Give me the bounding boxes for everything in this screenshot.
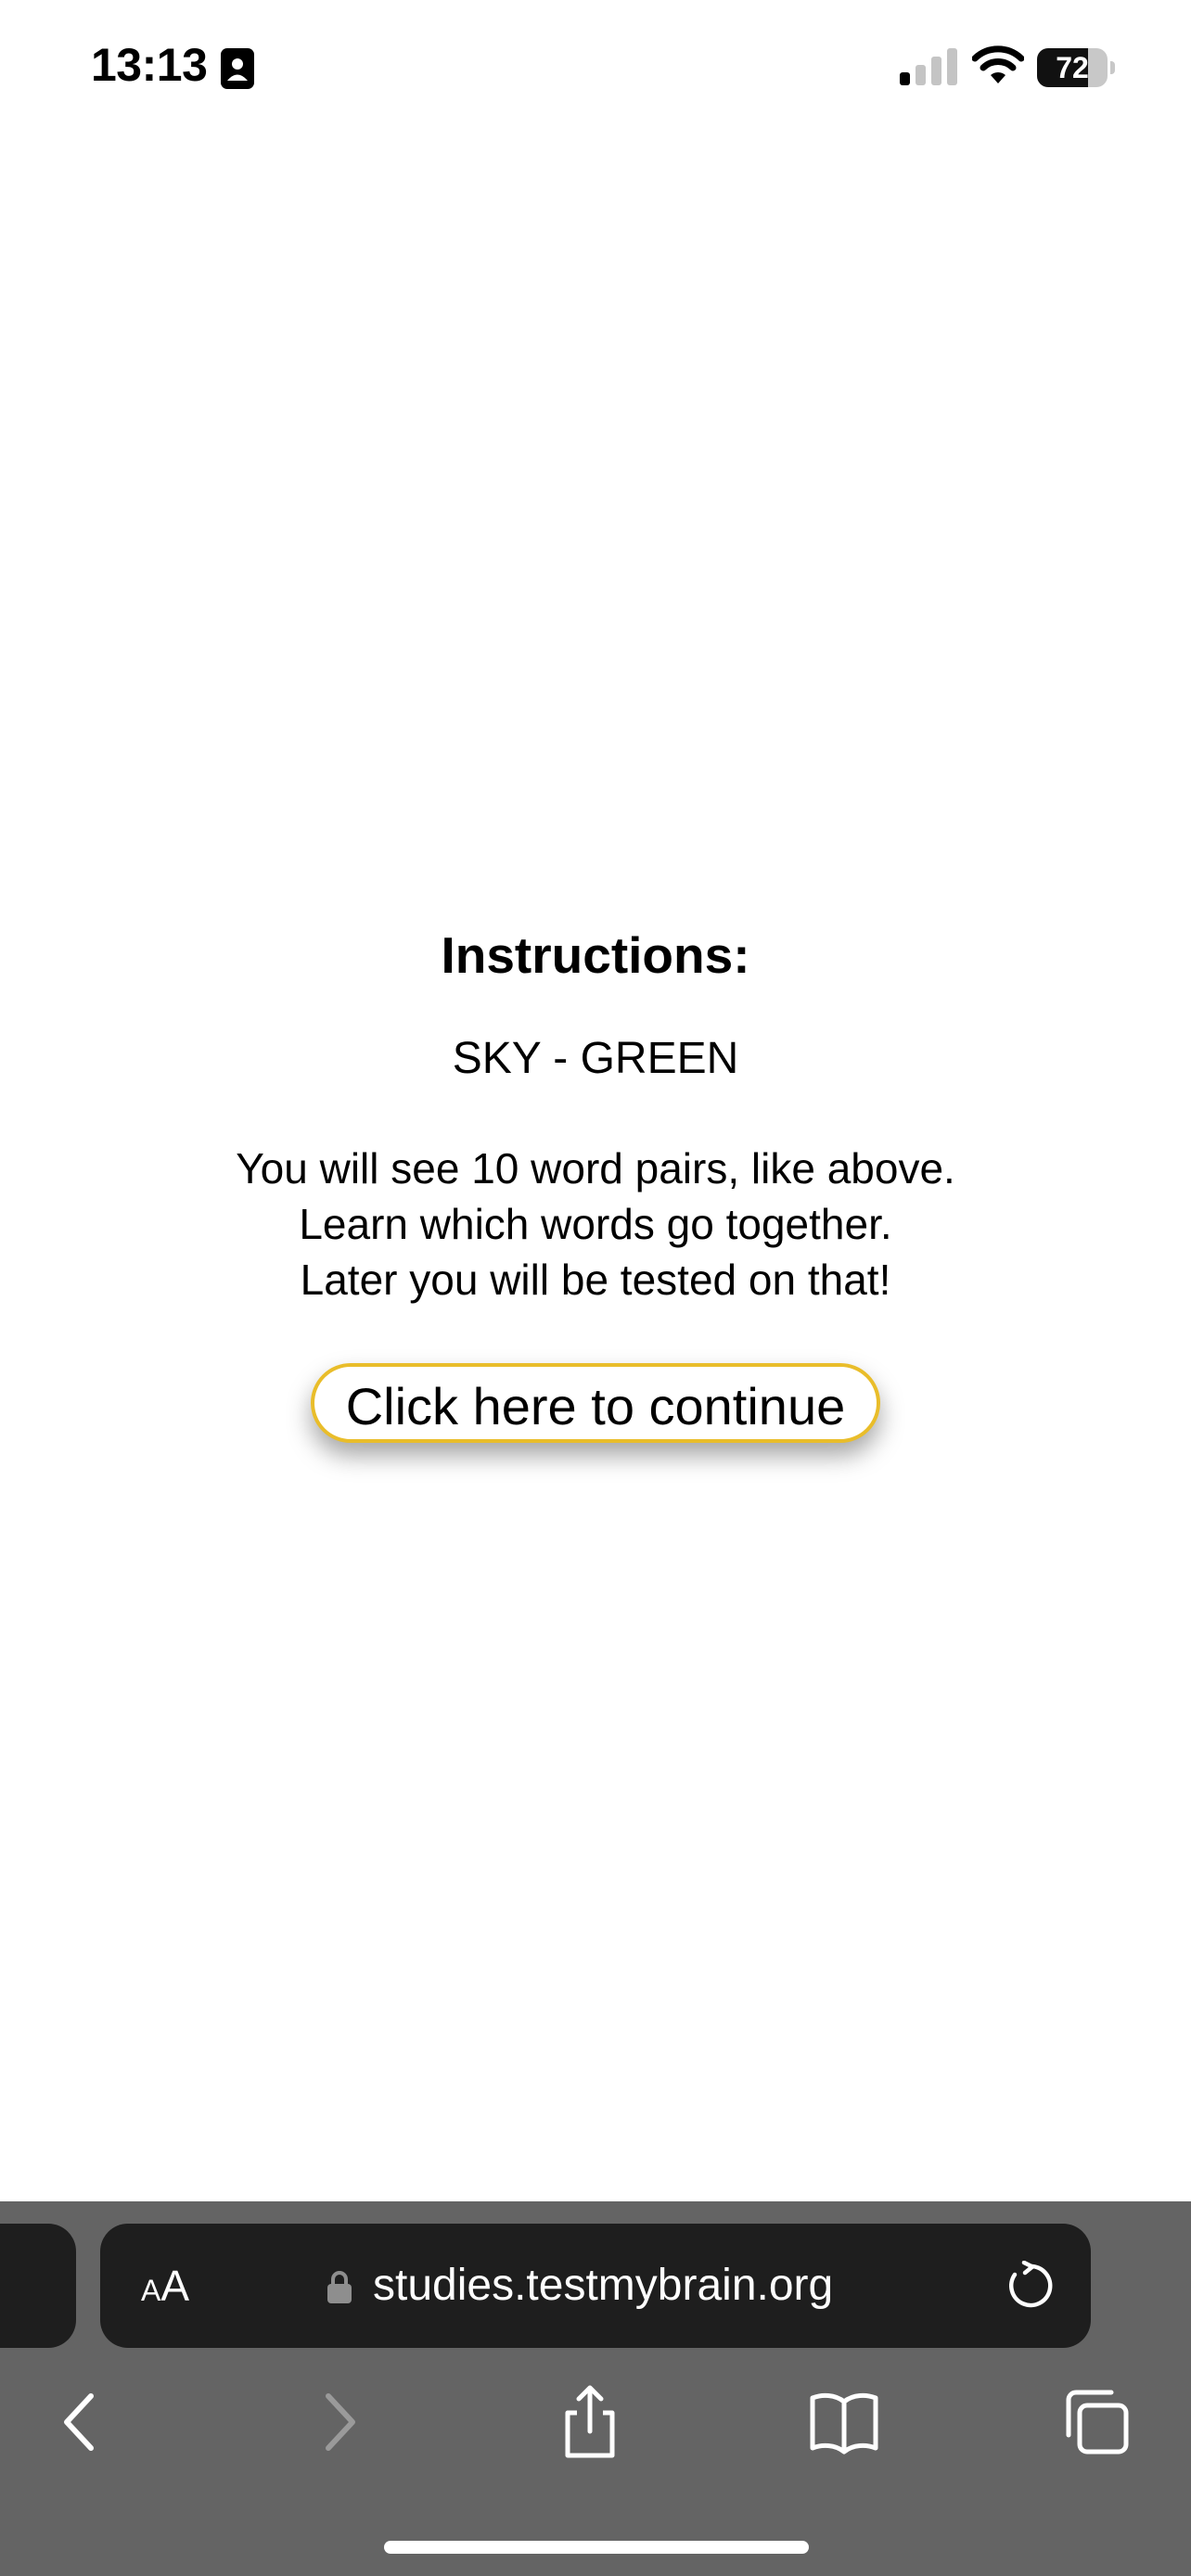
contact-card-icon xyxy=(221,48,254,89)
instructions-panel: Instructions: SKY - GREEN You will see 1… xyxy=(0,918,1191,1443)
battery-icon: 72 xyxy=(1037,48,1115,87)
back-icon[interactable] xyxy=(43,2385,117,2459)
home-indicator[interactable] xyxy=(384,2541,809,2554)
url-text[interactable]: studies.testmybrain.org xyxy=(373,2224,833,2348)
forward-icon[interactable] xyxy=(302,2385,377,2459)
cellular-signal-icon xyxy=(900,48,957,85)
previous-tab-peek[interactable] xyxy=(0,2224,76,2348)
instruction-line: You will see 10 word pairs, like above. xyxy=(236,1144,955,1192)
instruction-line: Learn which words go together. xyxy=(299,1200,892,1248)
text-size-button[interactable]: AA xyxy=(141,2224,189,2348)
status-bar: 13:13 72 xyxy=(0,0,1191,139)
tabs-icon[interactable] xyxy=(1059,2385,1133,2459)
example-word-pair: SKY - GREEN xyxy=(452,1034,739,1083)
address-bar[interactable]: AA studies.testmybrain.org xyxy=(100,2224,1091,2348)
instructions-body: You will see 10 word pairs, like above. … xyxy=(0,1141,1191,1307)
lock-icon xyxy=(327,2271,352,2303)
continue-button[interactable]: Click here to continue xyxy=(310,1363,881,1443)
bookmarks-icon[interactable] xyxy=(807,2385,881,2459)
instructions-heading: Instructions: xyxy=(441,926,750,984)
reload-icon[interactable] xyxy=(1005,2261,1056,2311)
battery-level: 72 xyxy=(1056,51,1089,84)
text-size-big-label: A xyxy=(160,2262,190,2310)
wifi-icon xyxy=(972,45,1024,83)
instruction-line: Later you will be tested on that! xyxy=(300,1256,891,1304)
share-icon[interactable] xyxy=(553,2385,627,2459)
status-time: 13:13 xyxy=(91,39,208,91)
text-size-small-label: A xyxy=(141,2274,161,2307)
